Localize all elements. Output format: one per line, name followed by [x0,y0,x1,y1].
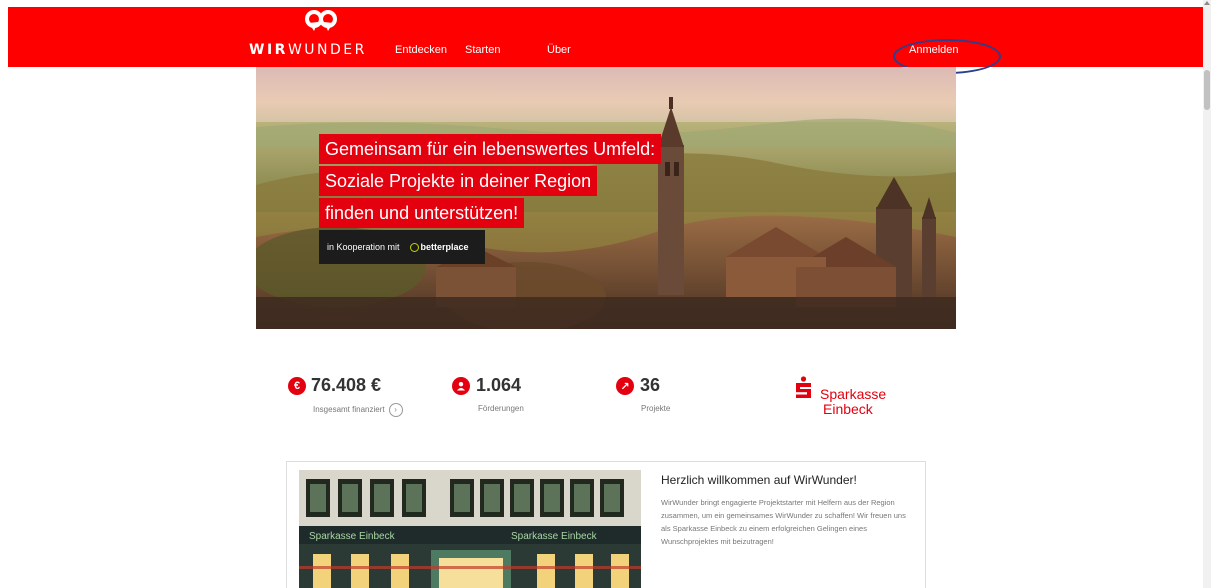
hero-headline: Gemeinsam für ein lebenswertes Umfeld: S… [319,134,662,230]
nav-ueber[interactable]: Über [547,44,571,56]
person-icon [452,377,470,395]
scrollbar-thumb[interactable] [1204,70,1210,110]
info-chevron-icon[interactable]: › [388,403,403,417]
sparkasse-s-icon [796,376,811,398]
building-illustration: Sparkasse Einbeck Sparkasse Einbeck [299,470,641,588]
logo-wordmark: WIRWUNDER [249,42,367,58]
hero-line-2: Soziale Projekte in deiner Region [319,166,598,196]
scroll-up-arrow-icon[interactable] [1204,1,1210,5]
nav-entdecken[interactable]: Entdecken [395,44,447,56]
welcome-text: WirWunder bringt engagierte Projektstart… [661,498,906,546]
stat-donations-label: Förderungen [478,404,524,413]
stat-projects-label: Projekte [641,404,671,413]
betterplace-logo: betterplace [409,242,469,252]
stat-funded-label: Insgesamt finanziert › [313,403,403,417]
betterplace-icon [409,242,419,252]
stat-donations-value: 1.064 [476,375,522,395]
sparkasse-name: Sparkasse Einbeck [820,386,887,417]
logo-heart-icon [305,10,337,31]
wirwunder-logo[interactable]: WIRWUNDER [249,7,364,67]
hero-line-1: Gemeinsam für ein lebenswertes Umfeld: [319,134,662,164]
nav-starten[interactable]: Starten [465,44,500,56]
top-navigation-bar [8,7,1203,67]
cooperation-badge[interactable]: in Kooperation mit betterplace [319,230,485,264]
euro-icon: € [288,377,306,395]
page-scrollbar[interactable] [1203,0,1211,588]
arrow-icon: ↗ [616,377,634,395]
stat-projects-value: 36 [640,375,661,395]
sparkasse-einbeck-logo[interactable]: Sparkasse Einbeck [796,376,906,422]
cooperation-label: in Kooperation mit [327,242,400,252]
welcome-title: Herzlich willkommen auf WirWunder! [661,473,857,487]
sparkasse-building-image: Sparkasse Einbeck Sparkasse Einbeck [299,470,641,588]
stat-funded-value: 76.408 € [311,375,382,395]
svg-text:Sparkasse Einbeck: Sparkasse Einbeck [309,531,396,542]
svg-text:Sparkasse Einbeck: Sparkasse Einbeck [511,531,598,542]
hero-line-3: finden und unterstützen! [319,198,525,228]
